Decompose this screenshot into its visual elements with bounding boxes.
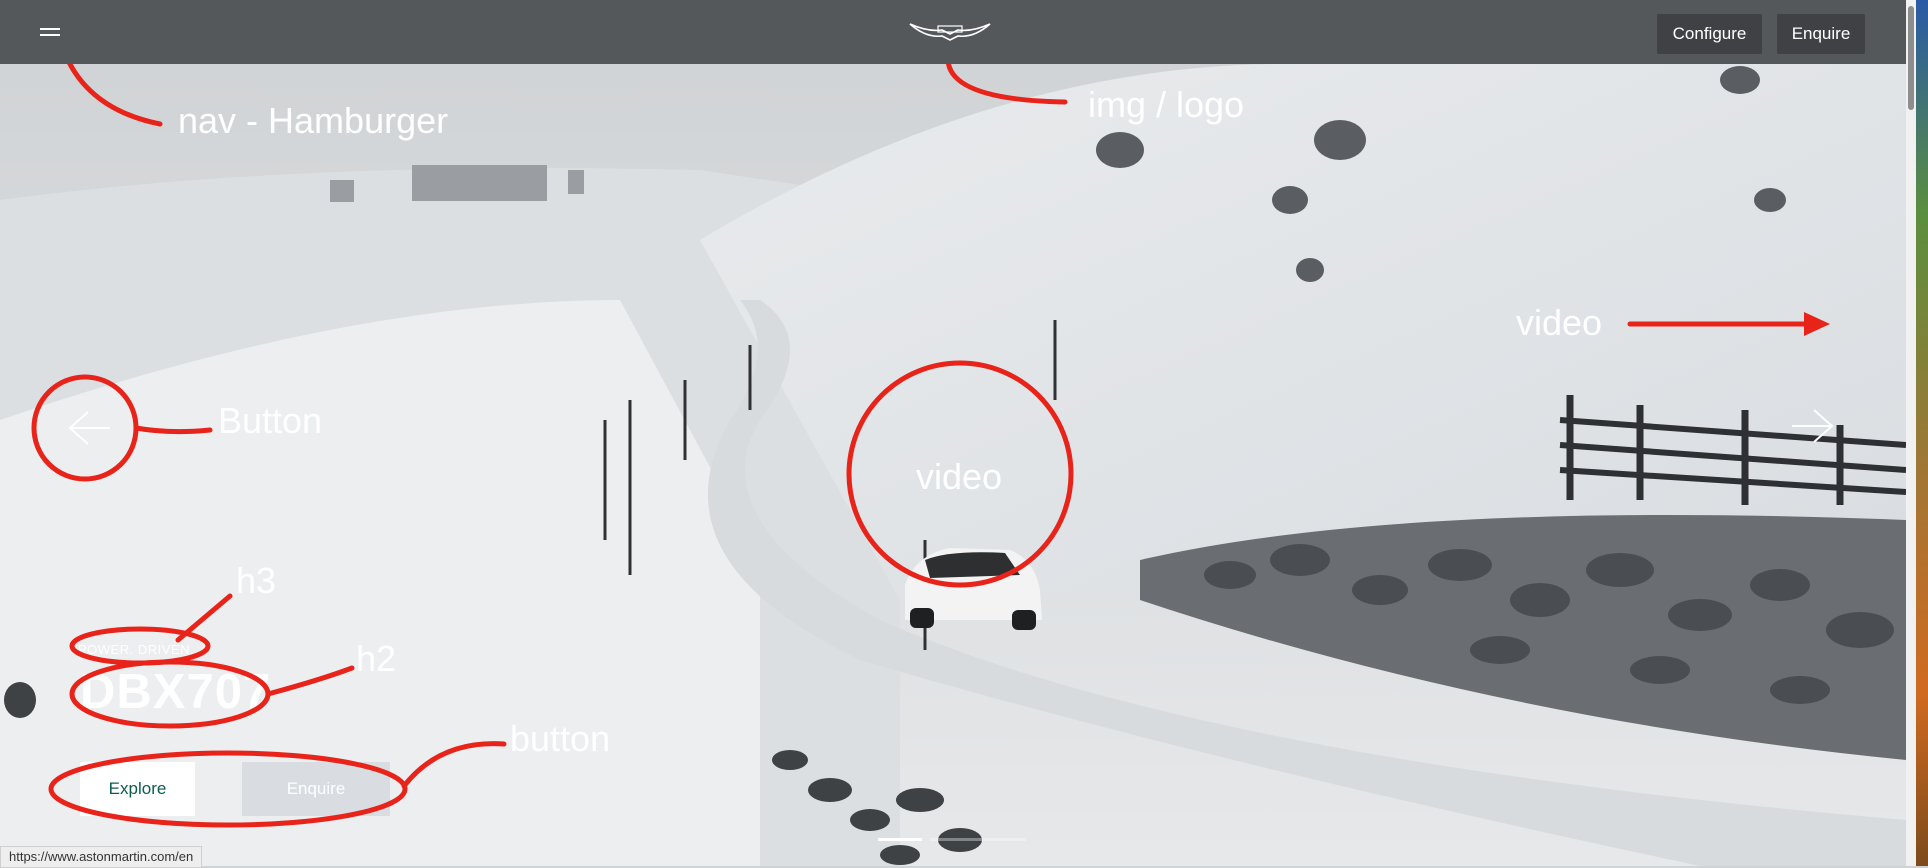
status-bar-url: https://www.astonmartin.com/en: [0, 846, 203, 868]
annotation-label: nav - Hamburger: [178, 100, 449, 141]
scrollbar-thumb[interactable]: [1908, 6, 1914, 110]
annotation-label: img / logo: [1088, 84, 1245, 125]
aston-martin-logo[interactable]: [908, 18, 992, 44]
arrow-right-icon[interactable]: [1788, 406, 1836, 446]
carousel-indicator[interactable]: [930, 838, 1026, 841]
configure-button[interactable]: Configure: [1657, 14, 1762, 54]
hero-title: DBX707: [80, 665, 272, 719]
annotation-label: video: [1516, 302, 1603, 343]
annotation-label: h2: [356, 638, 397, 679]
scrollbar-track[interactable]: [1906, 0, 1916, 866]
arrow-left-icon[interactable]: [66, 408, 114, 448]
annotation-label: Button: [218, 400, 323, 441]
carousel-indicator-active[interactable]: [878, 838, 922, 841]
explore-button[interactable]: Explore: [80, 762, 195, 816]
annotation-label: button: [510, 718, 611, 759]
background-window-edge: [1916, 0, 1928, 866]
enquire-top-button[interactable]: Enquire: [1777, 14, 1865, 54]
annotation-label: video: [916, 456, 1003, 497]
enquire-hero-button[interactable]: Enquire: [242, 762, 390, 816]
hero-eyebrow: POWER. DRIVEN.: [78, 642, 195, 657]
hamburger-icon[interactable]: [38, 24, 62, 40]
top-nav-bar: Configure Enquire: [0, 0, 1906, 64]
annotation-label: h3: [236, 560, 277, 601]
car: [905, 548, 1042, 630]
